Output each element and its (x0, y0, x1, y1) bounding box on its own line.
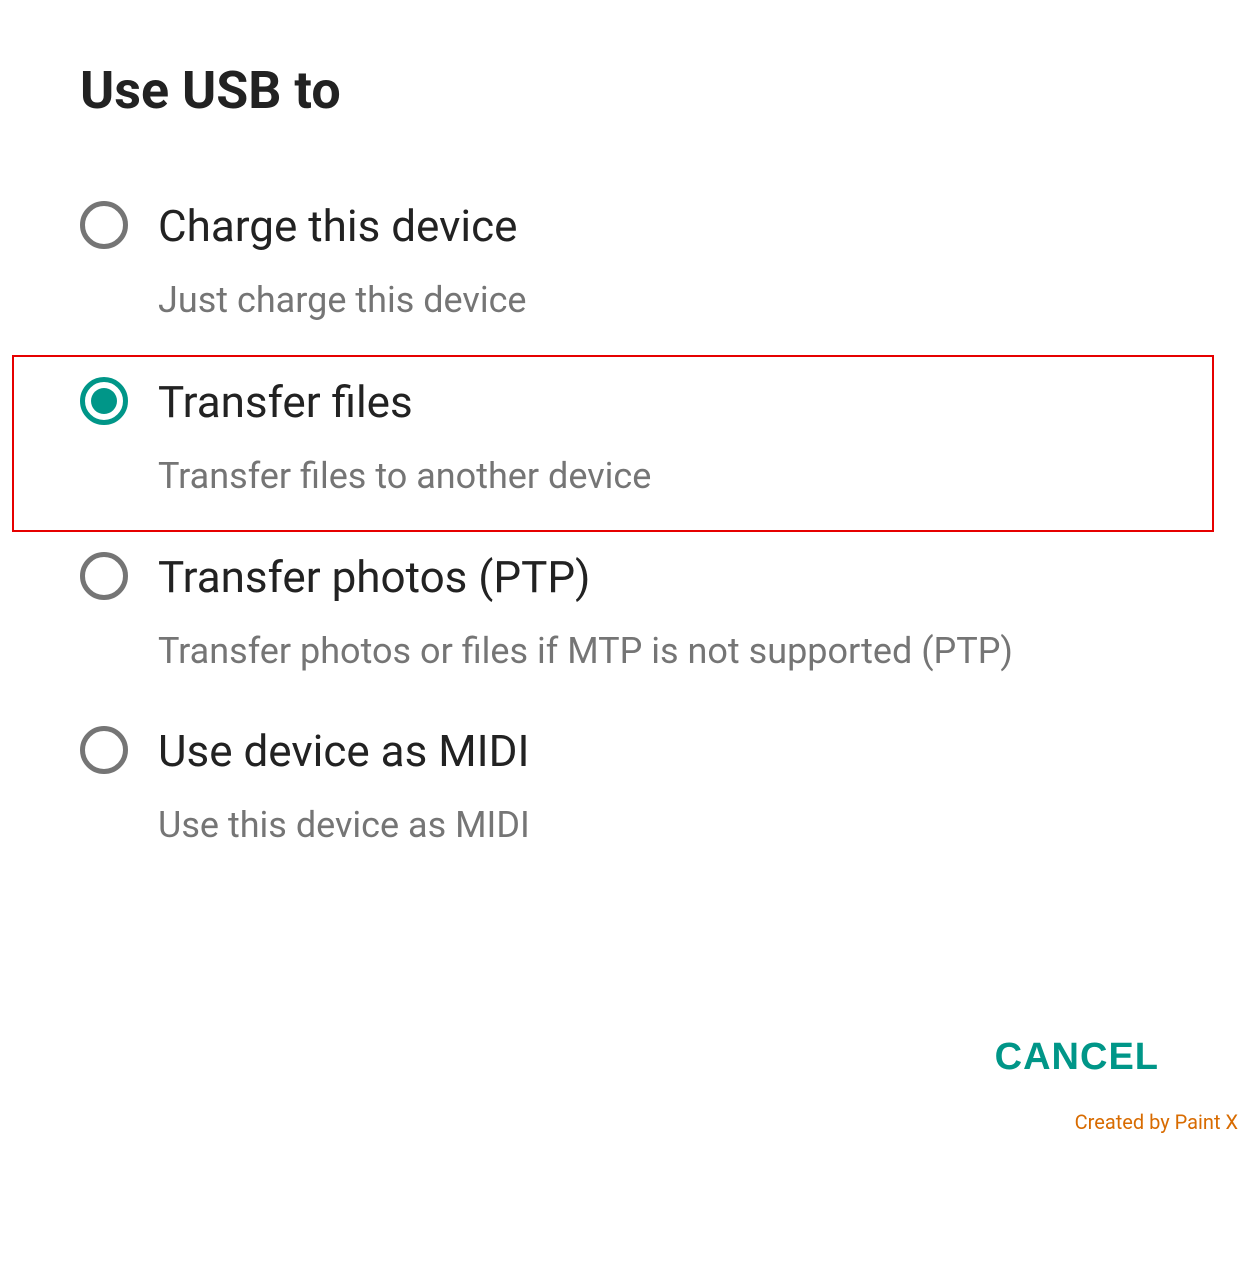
option-description: Transfer files to another device (158, 452, 1164, 501)
option-midi[interactable]: Use device as MIDI Use this device as MI… (80, 706, 1164, 880)
option-label: Transfer photos (PTP) (158, 550, 1164, 605)
option-text: Charge this device Just charge this devi… (158, 199, 1164, 325)
radio-unselected-icon (80, 726, 128, 774)
option-transfer-files[interactable]: Transfer files Transfer files to another… (12, 355, 1214, 533)
radio-unselected-icon (80, 552, 128, 600)
usb-options-dialog: Use USB to Charge this device Just charg… (0, 0, 1244, 919)
option-text: Transfer files Transfer files to another… (158, 375, 1164, 501)
option-label: Charge this device (158, 199, 1164, 254)
option-charge-device[interactable]: Charge this device Just charge this devi… (80, 181, 1164, 355)
option-label: Use device as MIDI (158, 724, 1164, 779)
dialog-title: Use USB to (80, 60, 1164, 121)
cancel-button[interactable]: CANCEL (995, 1036, 1159, 1079)
option-description: Transfer photos or files if MTP is not s… (158, 627, 1164, 676)
watermark-text: Created by Paint X (1075, 1110, 1238, 1134)
option-text: Use device as MIDI Use this device as MI… (158, 724, 1164, 850)
option-description: Just charge this device (158, 276, 1164, 325)
option-text: Transfer photos (PTP) Transfer photos or… (158, 550, 1164, 676)
radio-unselected-icon (80, 201, 128, 249)
dialog-footer: CANCEL (995, 1036, 1159, 1079)
option-transfer-photos[interactable]: Transfer photos (PTP) Transfer photos or… (80, 532, 1164, 706)
option-description: Use this device as MIDI (158, 801, 1164, 850)
option-label: Transfer files (158, 375, 1164, 430)
radio-selected-icon (80, 377, 128, 425)
